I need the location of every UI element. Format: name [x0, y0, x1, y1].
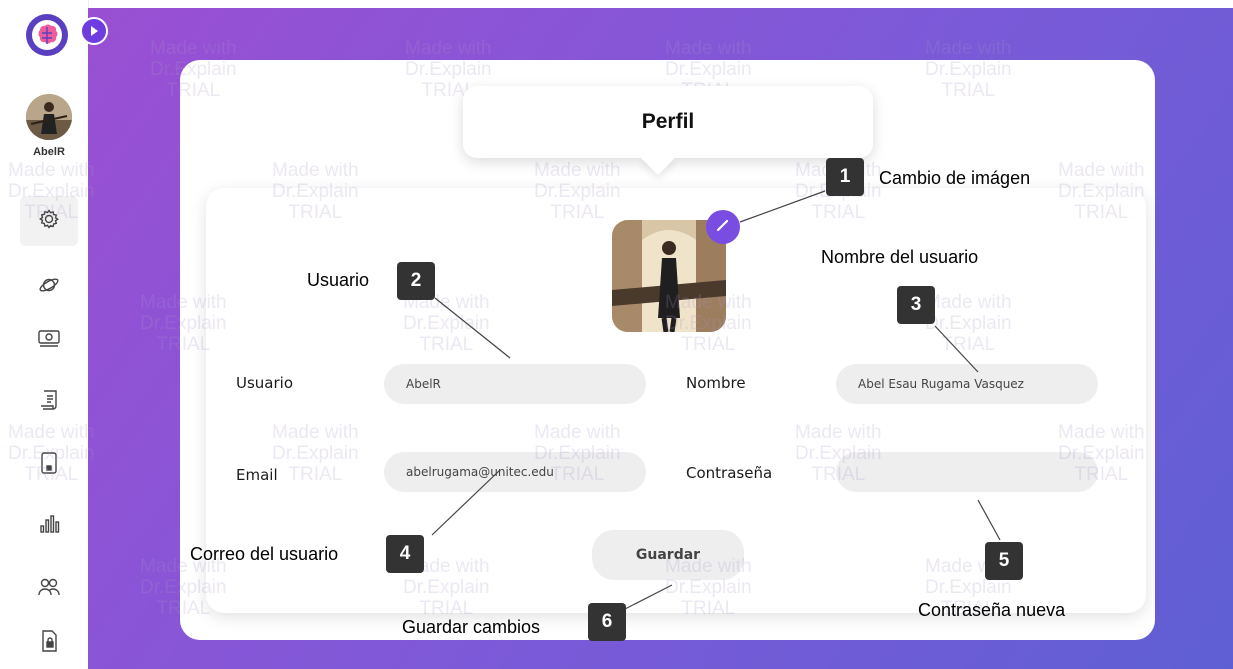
callout-1-badge: 1 — [826, 158, 864, 196]
sidebar-item-money[interactable] — [20, 315, 78, 365]
sidebar-item-chart[interactable] — [20, 500, 78, 550]
expand-sidebar-icon[interactable] — [80, 17, 108, 45]
callout-6-badge: 6 — [588, 603, 626, 641]
settings-icon — [38, 208, 60, 234]
bar-chart-icon — [38, 512, 60, 538]
callout-6-text: Guardar cambios — [402, 617, 541, 637]
save-button[interactable]: Guardar — [592, 530, 744, 580]
callout-5-badge: 5 — [985, 542, 1023, 580]
sidebar-item-planet[interactable] — [20, 262, 78, 312]
sidebar: AbelR — [0, 0, 108, 669]
device-icon — [38, 451, 60, 479]
brain-logo-icon[interactable] — [26, 14, 68, 56]
title-bubble: Perfil — [463, 86, 873, 175]
main-background: Perfil Usuario AbelR Nombre Abel Esau Ru… — [88, 8, 1233, 669]
nombre-label: Nombre — [686, 374, 746, 392]
callout-3-badge: 3 — [897, 286, 935, 324]
avatar[interactable] — [26, 94, 72, 140]
email-label: Email — [236, 466, 278, 484]
usuario-label: Usuario — [236, 374, 294, 392]
edit-photo-button[interactable] — [706, 210, 740, 244]
receipt-icon — [38, 389, 60, 415]
callout-2-text: Usuario — [307, 270, 370, 290]
email-input[interactable] — [384, 452, 646, 492]
sidebar-item-settings[interactable] — [20, 196, 78, 246]
callout-2-badge: 2 — [397, 262, 435, 300]
callout-4-badge: 4 — [386, 535, 424, 573]
money-icon — [37, 327, 61, 353]
title-bubble-pointer — [641, 141, 675, 175]
callout-5-text: Contraseña nueva — [918, 600, 1066, 620]
password-input[interactable] — [836, 452, 1098, 492]
planet-icon — [38, 274, 60, 300]
password-label: Contraseña — [686, 464, 773, 482]
pencil-icon — [715, 217, 731, 237]
sidebar-item-device[interactable] — [20, 440, 78, 490]
nombre-input[interactable] — [836, 364, 1098, 404]
page-title: Perfil — [641, 110, 695, 133]
usuario-input[interactable] — [384, 364, 646, 404]
sidebar-item-users[interactable] — [20, 564, 78, 614]
secure-file-icon — [38, 629, 60, 657]
avatar-username: AbelR — [33, 146, 65, 158]
callout-3-text: Nombre del usuario — [821, 247, 979, 267]
users-icon — [37, 576, 61, 602]
callout-4-text: Correo del usuario — [190, 544, 339, 564]
sidebar-item-receipt[interactable] — [20, 377, 78, 427]
callout-1-text: Cambio de imágen — [879, 168, 1031, 188]
sidebar-item-secure-file[interactable] — [20, 618, 78, 668]
